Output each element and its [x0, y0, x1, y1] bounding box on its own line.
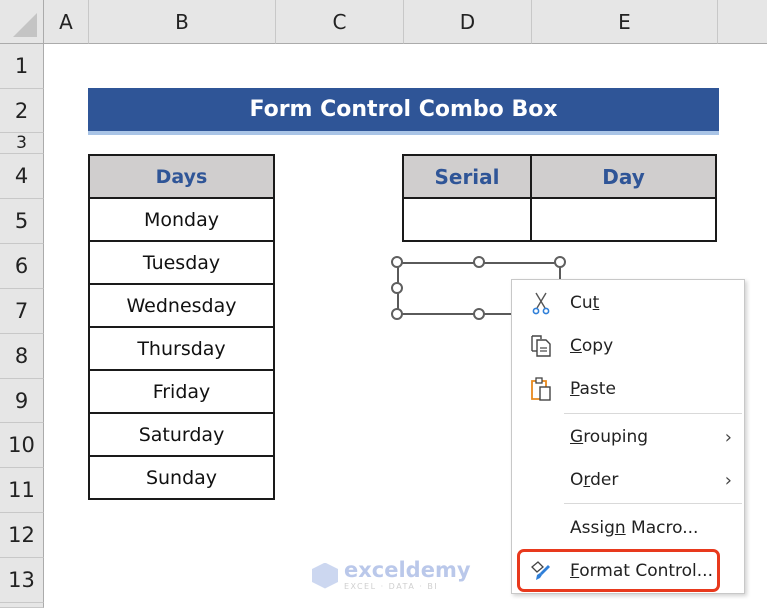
row-header-11[interactable]: 11: [0, 468, 44, 513]
menu-item-label: Assign Macro...: [570, 518, 699, 538]
column-header-f[interactable]: [718, 0, 767, 44]
row-header-4[interactable]: 4: [0, 154, 44, 199]
menu-item-label: Cut: [570, 293, 600, 313]
day-header[interactable]: Day: [530, 154, 717, 199]
row-header-8[interactable]: 8: [0, 334, 44, 379]
column-header-e[interactable]: E: [532, 0, 718, 44]
menu-separator: [564, 503, 742, 504]
row-header-12[interactable]: 12: [0, 513, 44, 558]
context-menu: Cut Copy Paste Grouping › Order › Assign…: [511, 279, 745, 594]
resize-handle-top[interactable]: [473, 256, 485, 268]
resize-handle-bottom-left[interactable]: [391, 308, 403, 320]
day-value-cell[interactable]: [530, 197, 717, 242]
resize-handle-left[interactable]: [391, 282, 403, 294]
resize-handle-top-left[interactable]: [391, 256, 403, 268]
days-header[interactable]: Days: [88, 154, 275, 199]
row-header-6[interactable]: 6: [0, 244, 44, 289]
menu-item-label: Grouping: [570, 427, 649, 447]
day-cell[interactable]: Saturday: [88, 412, 275, 457]
resize-handle-top-right[interactable]: [554, 256, 566, 268]
day-cell[interactable]: Wednesday: [88, 283, 275, 328]
paste-icon: [528, 376, 554, 402]
watermark: exceldemy EXCEL · DATA · BI: [312, 560, 471, 591]
menu-item-label: Copy: [570, 336, 614, 356]
menu-item-cut[interactable]: Cut: [512, 283, 744, 323]
row-header-2[interactable]: 2: [0, 89, 44, 133]
title-banner: Form Control Combo Box: [88, 88, 719, 135]
menu-item-label: Paste: [570, 379, 616, 399]
row-header-10[interactable]: 10: [0, 423, 44, 468]
watermark-tagline: EXCEL · DATA · BI: [344, 582, 439, 591]
row-header-13[interactable]: 13: [0, 558, 44, 603]
menu-item-assign-macro[interactable]: Assign Macro...: [512, 508, 744, 548]
menu-item-order[interactable]: Order ›: [512, 460, 744, 500]
column-header-b[interactable]: B: [89, 0, 276, 44]
select-all-triangle-icon: [13, 13, 37, 37]
scissors-icon: [528, 290, 554, 316]
serial-value-cell[interactable]: [402, 197, 532, 242]
serial-day-table: Serial Day: [402, 154, 717, 242]
column-header-a[interactable]: A: [44, 0, 89, 44]
submenu-chevron-right-icon: ›: [724, 469, 732, 491]
day-cell[interactable]: Sunday: [88, 455, 275, 500]
days-table: Days Monday Tuesday Wednesday Thursday F…: [88, 154, 275, 500]
resize-handle-bottom[interactable]: [473, 308, 485, 320]
row-header-1[interactable]: 1: [0, 44, 44, 89]
copy-icon: [528, 333, 554, 359]
menu-item-label: Order: [570, 470, 619, 490]
serial-header[interactable]: Serial: [402, 154, 532, 199]
column-header-c[interactable]: C: [276, 0, 404, 44]
menu-item-paste[interactable]: Paste: [512, 369, 744, 409]
row-header-5[interactable]: 5: [0, 199, 44, 244]
day-cell[interactable]: Monday: [88, 197, 275, 242]
row-header-9[interactable]: 9: [0, 379, 44, 423]
submenu-chevron-right-icon: ›: [724, 426, 732, 448]
exceldemy-logo-icon: [312, 562, 338, 589]
day-cell[interactable]: Friday: [88, 369, 275, 414]
format-control-highlight: [517, 549, 720, 592]
menu-item-grouping[interactable]: Grouping ›: [512, 417, 744, 457]
column-header-d[interactable]: D: [404, 0, 532, 44]
row-header-3[interactable]: 3: [0, 133, 44, 154]
menu-separator: [564, 413, 742, 414]
day-cell[interactable]: Tuesday: [88, 240, 275, 285]
select-all-corner[interactable]: [0, 0, 44, 44]
day-cell[interactable]: Thursday: [88, 326, 275, 371]
row-header-7[interactable]: 7: [0, 289, 44, 334]
row-header-14[interactable]: [0, 603, 44, 608]
watermark-name: exceldemy: [344, 558, 471, 582]
menu-item-copy[interactable]: Copy: [512, 326, 744, 366]
